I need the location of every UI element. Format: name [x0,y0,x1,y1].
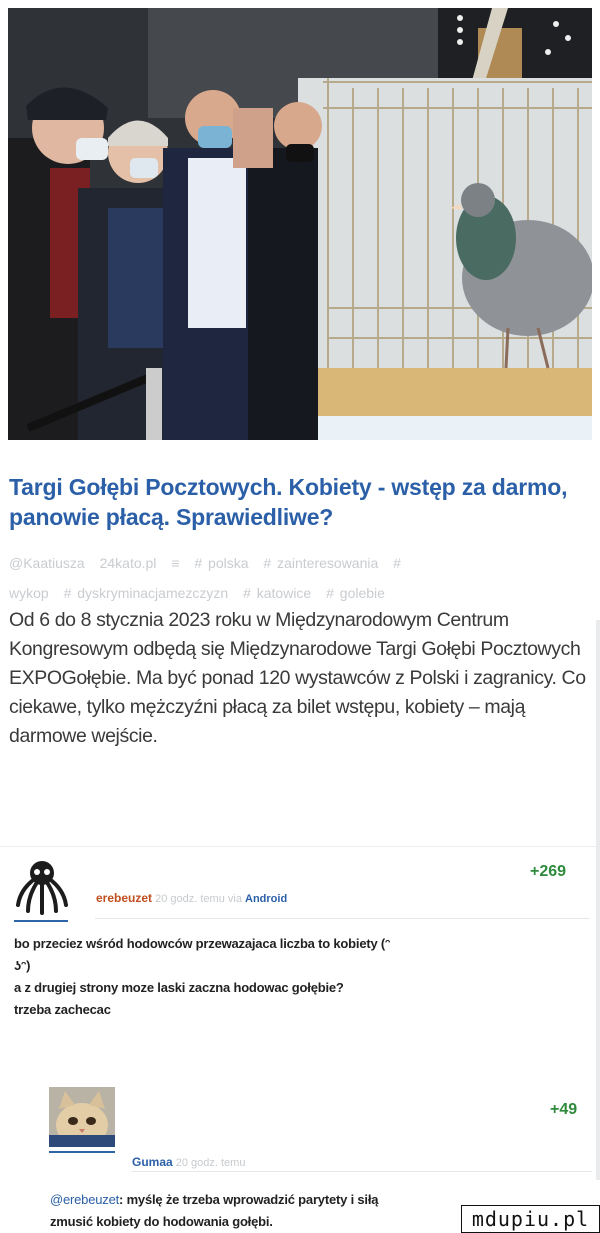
comment-meta: erebeuzet 20 godz. temu via Android [96,891,287,905]
username-link[interactable]: erebeuzet [96,891,152,905]
comment-line: a z drugiej strony moze laski zaczna hod… [14,980,344,995]
comment-divider [95,918,590,919]
article-headline[interactable]: Targi Gołębi Pocztowych. Kobiety - wstęp… [9,472,589,532]
cat-face-icon [49,1087,115,1147]
comment-line: trzeba zachecac [14,1002,111,1017]
pigeon-show-photo [8,8,592,440]
tag-link[interactable]: # zainteresowania [263,555,378,571]
watermark-logo: mdupiu.pl [461,1205,600,1233]
comment-line: ʖᵔ) [14,958,31,973]
avatar-underline [14,920,68,922]
source-author-link[interactable]: @Kaatiusza [9,555,85,571]
right-edge-border [596,620,600,1180]
vote-count[interactable]: +49 [550,1101,577,1119]
timestamp: 20 godz. temu [155,893,225,905]
tag-link[interactable]: # dyskryminacjamezczyzn [64,585,229,601]
tag-link[interactable]: # [393,555,401,571]
watermark-text: mdupiu.pl [471,1207,590,1231]
tag-link[interactable]: # golebie [326,585,385,601]
article-tags: @Kaatiusza 24kato.pl ≡ # polska # zainte… [9,548,594,608]
via-label: via [227,893,242,905]
username-link[interactable]: Gumaa [132,1155,173,1169]
tag-link[interactable]: # polska [194,555,248,571]
avatar-underline [49,1151,115,1153]
vote-count[interactable]: +269 [530,863,566,881]
article-body: Od 6 do 8 stycznia 2023 roku w Międzynar… [9,609,586,747]
comment-line-text: : myślę że trzeba wprowadzić parytety i … [119,1192,379,1207]
comment-meta: Gumaa 20 godz. temu [132,1155,245,1169]
comment: +269 erebeuzet 20 godz. temu via Android… [0,846,600,1056]
timestamp: 20 godz. temu [175,1157,246,1169]
octopus-avatar[interactable] [14,857,70,917]
menu-icon[interactable]: ≡ [171,555,179,571]
tag-link[interactable]: # katowice [243,585,311,601]
mention-link[interactable]: @erebeuzet [50,1192,119,1207]
comment-divider [132,1171,592,1172]
tag-link[interactable]: wykop [9,585,49,601]
cat-avatar[interactable] [49,1087,115,1147]
source-domain-link[interactable]: 24kato.pl [100,555,157,571]
android-source-link[interactable]: Android [245,893,287,905]
comment-line: bo przeciez wśród hodowców przewazajaca … [14,936,391,951]
comment-text: bo przeciez wśród hodowców przewazajaca … [14,933,584,1021]
article-photo [8,8,592,440]
